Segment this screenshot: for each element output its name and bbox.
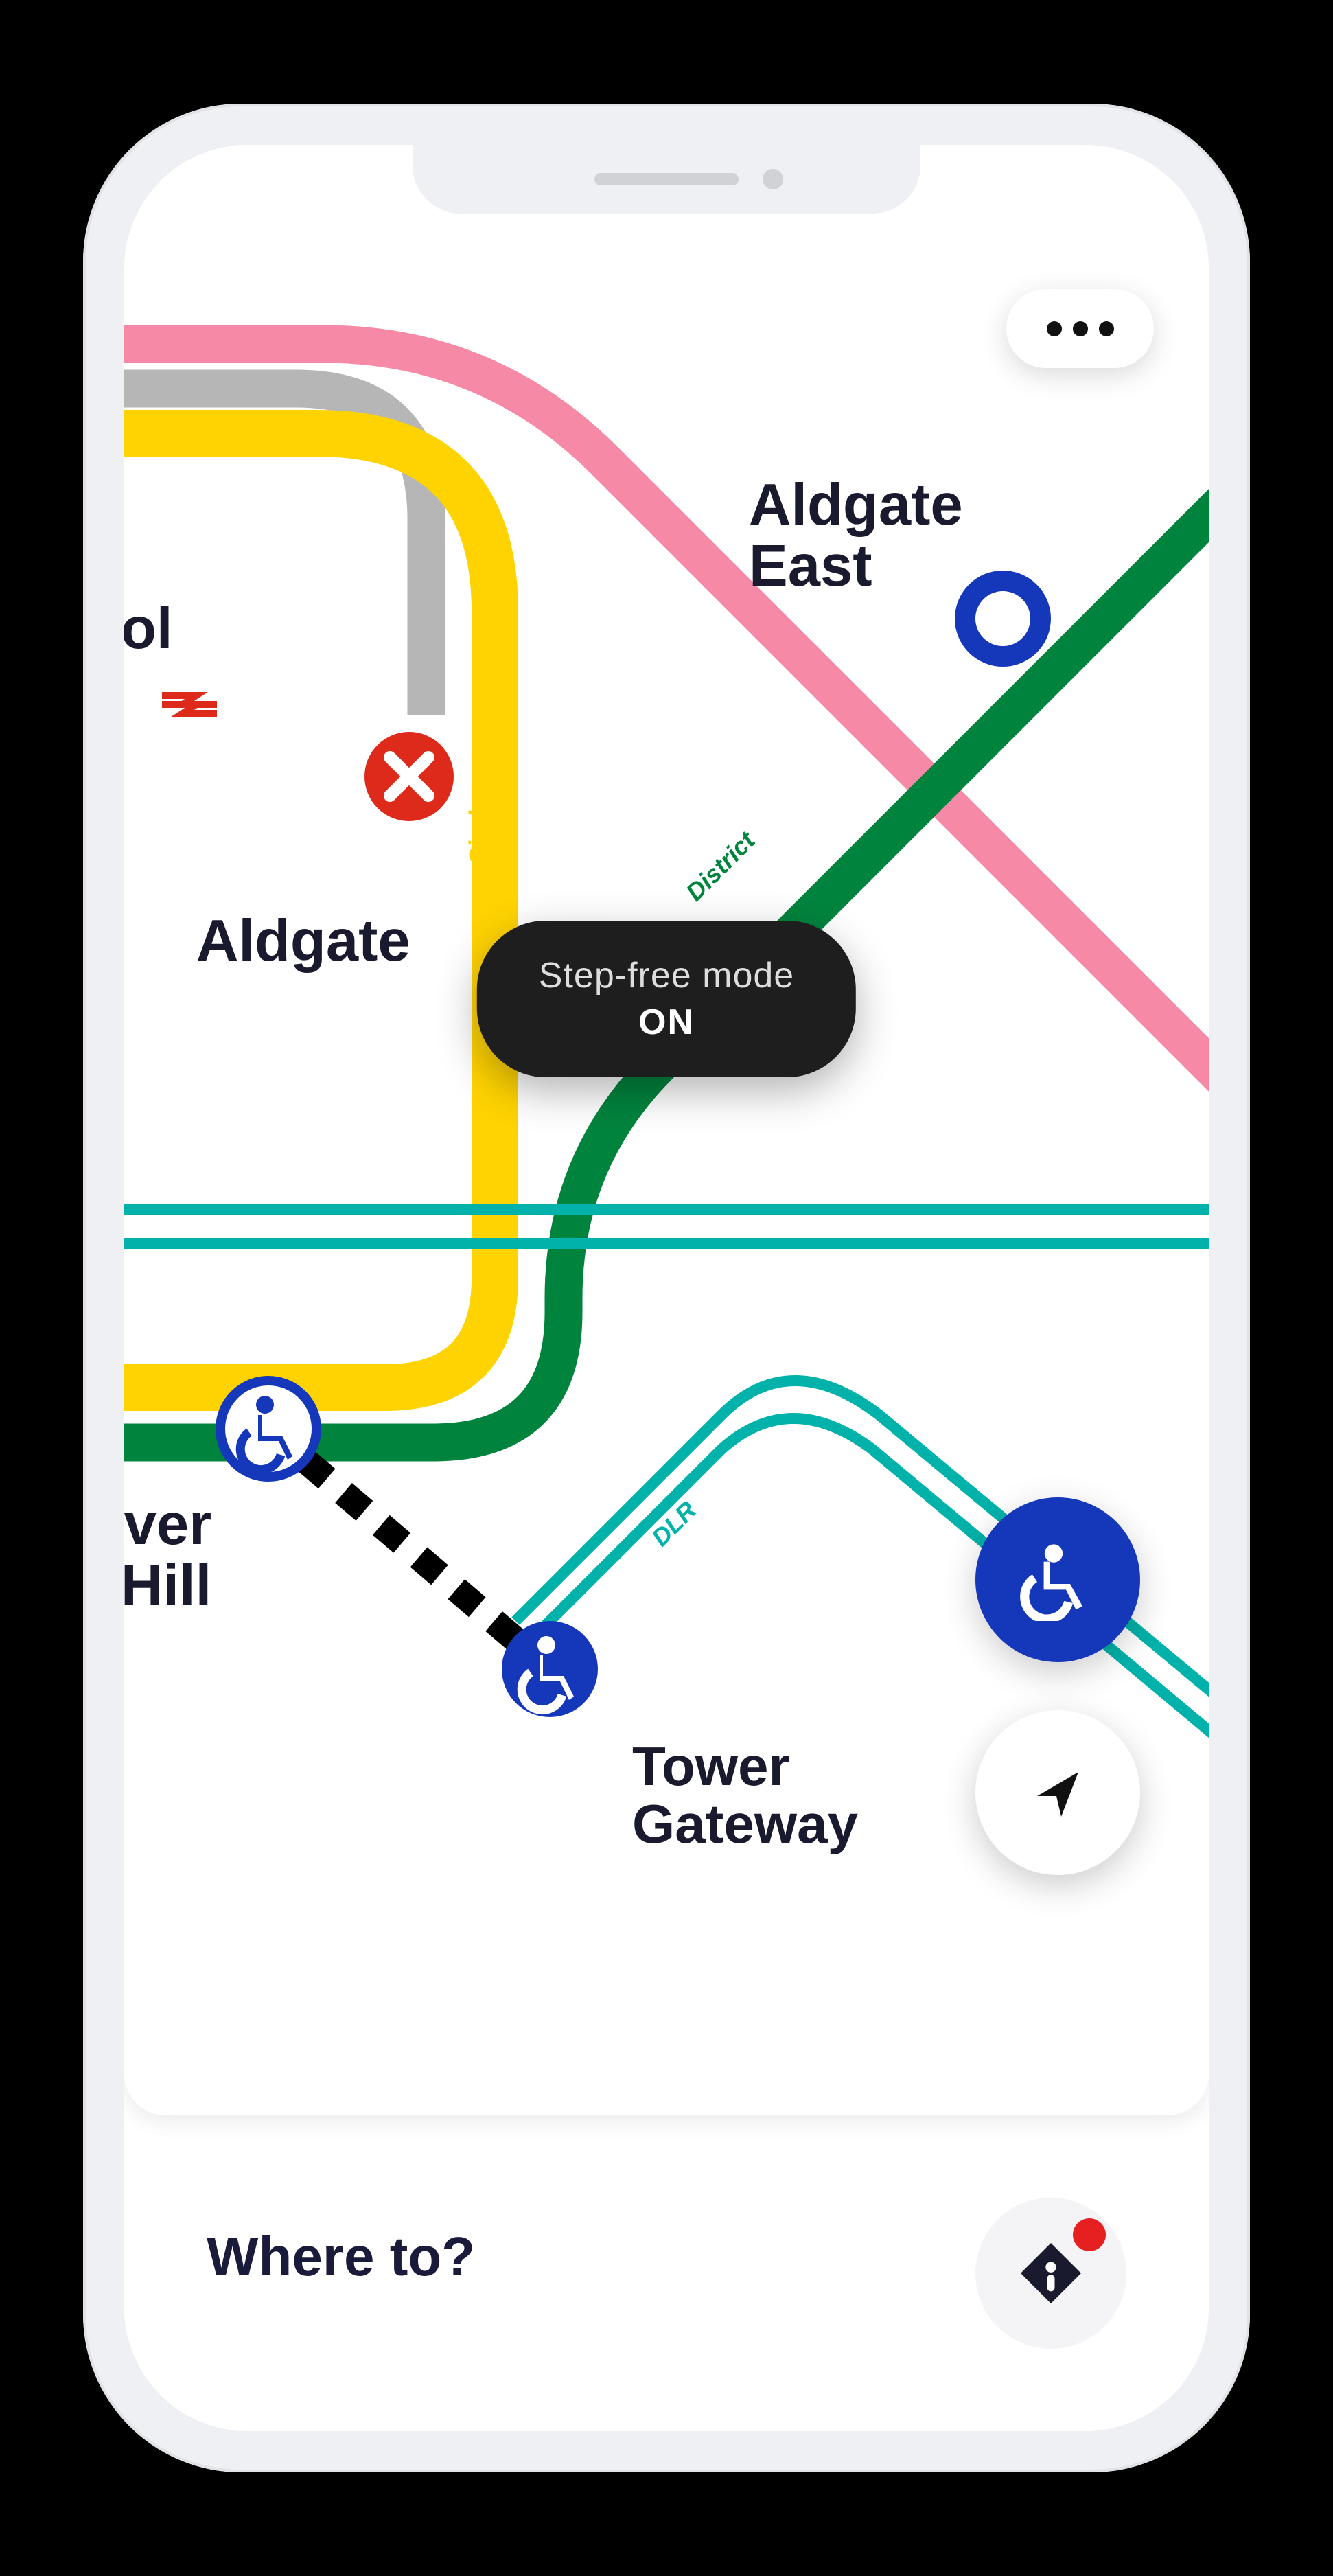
alert-icon	[1013, 2235, 1089, 2311]
alerts-button[interactable]	[975, 2198, 1126, 2349]
search-input[interactable]: Where to?	[207, 2225, 475, 2288]
bottom-sheet: Where to?	[124, 2143, 1209, 2431]
notification-badge	[1073, 2218, 1106, 2251]
station-liverpool-partial[interactable]: ol	[124, 598, 173, 659]
locate-me-button[interactable]	[975, 1710, 1140, 1875]
line-label-circle: Circle	[464, 797, 493, 866]
tube-map[interactable]: Aldgate East Aldgate ol ver Hill Tower G…	[124, 145, 1209, 2115]
station-tower-gateway[interactable]: Tower Gateway	[632, 1738, 858, 1853]
location-arrow-icon	[1023, 1758, 1092, 1827]
step-free-toggle-button[interactable]	[975, 1497, 1140, 1662]
station-aldgate-east[interactable]: Aldgate East	[749, 474, 963, 597]
more-options-button[interactable]	[1006, 289, 1154, 368]
phone-notch	[413, 145, 920, 214]
speaker-grille	[594, 173, 739, 185]
toast-status: ON	[539, 1002, 794, 1043]
screen: Aldgate East Aldgate ol ver Hill Tower G…	[124, 145, 1209, 2431]
national-rail-icon	[162, 687, 217, 722]
step-free-toast: Step-free mode ON	[477, 921, 856, 1077]
front-camera	[763, 169, 783, 189]
station-aldgate[interactable]: Aldgate	[196, 910, 410, 971]
wheelchair-icon	[1017, 1539, 1099, 1621]
toast-title: Step-free mode	[539, 955, 794, 996]
more-icon	[1047, 321, 1062, 336]
station-tower-hill-partial[interactable]: ver Hill	[124, 1494, 211, 1617]
phone-frame: Aldgate East Aldgate ol ver Hill Tower G…	[83, 104, 1250, 2472]
